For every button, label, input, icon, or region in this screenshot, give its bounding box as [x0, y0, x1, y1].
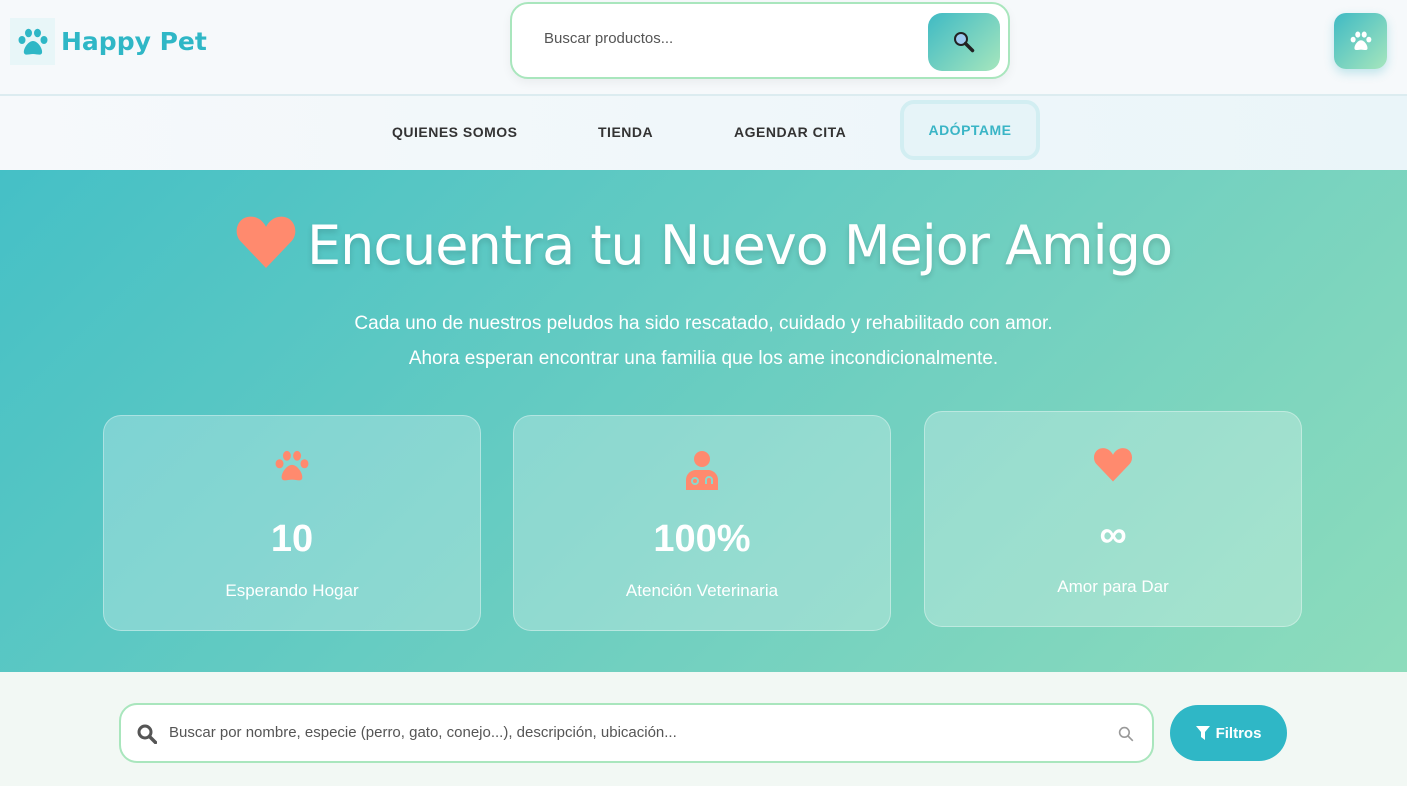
search-icon — [1118, 726, 1134, 742]
paw-button[interactable] — [1334, 13, 1387, 69]
stat-card-love: ∞ Amor para Dar — [924, 411, 1302, 627]
main-nav: QUIENES SOMOS TIENDA AGENDAR CITA ADÓPTA… — [0, 96, 1407, 170]
paw-icon — [1350, 31, 1371, 51]
stat-card-waiting: 10 Esperando Hogar — [103, 415, 481, 631]
hero-title: Encuentra tu Nuevo Mejor Amigo — [0, 214, 1407, 277]
nav-quienes-somos[interactable]: QUIENES SOMOS — [392, 124, 518, 140]
stat-value: 10 — [270, 518, 314, 560]
stat-value: 100% — [653, 518, 751, 560]
stat-card-vet: 100% Atención Veterinaria — [513, 415, 891, 631]
product-search-input[interactable] — [544, 30, 904, 47]
search-icon — [954, 32, 975, 53]
nav-tienda[interactable]: TIENDA — [598, 124, 653, 140]
hero-subtitle-line: Cada uno de nuestros peludos ha sido res… — [354, 313, 1053, 334]
nav-adoptame[interactable]: ADÓPTAME — [900, 100, 1040, 160]
doctor-icon — [686, 451, 718, 490]
heart-icon — [236, 216, 296, 268]
brand-name: Happy Pet — [61, 27, 207, 56]
paw-icon — [275, 450, 309, 481]
hero-subtitle-line: Ahora esperan encontrar una familia que … — [408, 348, 999, 369]
filters-label: Filtros — [1215, 724, 1262, 742]
header: Happy Pet — [0, 0, 1407, 96]
filter-bar: Filtros — [0, 672, 1407, 786]
heart-icon — [1093, 448, 1133, 482]
search-button[interactable] — [928, 13, 1000, 71]
product-search — [510, 2, 1010, 79]
pet-search — [119, 703, 1154, 763]
hero-subtitle: Cada uno de nuestros peludos ha sido res… — [0, 306, 1407, 376]
hero-title-text: Encuentra tu Nuevo Mejor Amigo — [307, 214, 1173, 277]
logo[interactable]: Happy Pet — [10, 18, 207, 65]
filter-icon — [1195, 726, 1210, 740]
paw-icon — [10, 18, 55, 65]
filters-button[interactable]: Filtros — [1170, 705, 1287, 761]
hero: Encuentra tu Nuevo Mejor Amigo Cada uno … — [0, 170, 1407, 672]
stat-label: Amor para Dar — [1057, 577, 1169, 596]
stat-value: ∞ — [1099, 514, 1127, 556]
search-icon — [137, 724, 157, 744]
stat-label: Esperando Hogar — [225, 581, 359, 600]
nav-agendar-cita[interactable]: AGENDAR CITA — [734, 124, 846, 140]
stat-label: Atención Veterinaria — [625, 581, 779, 600]
pet-search-input[interactable] — [169, 724, 1069, 741]
